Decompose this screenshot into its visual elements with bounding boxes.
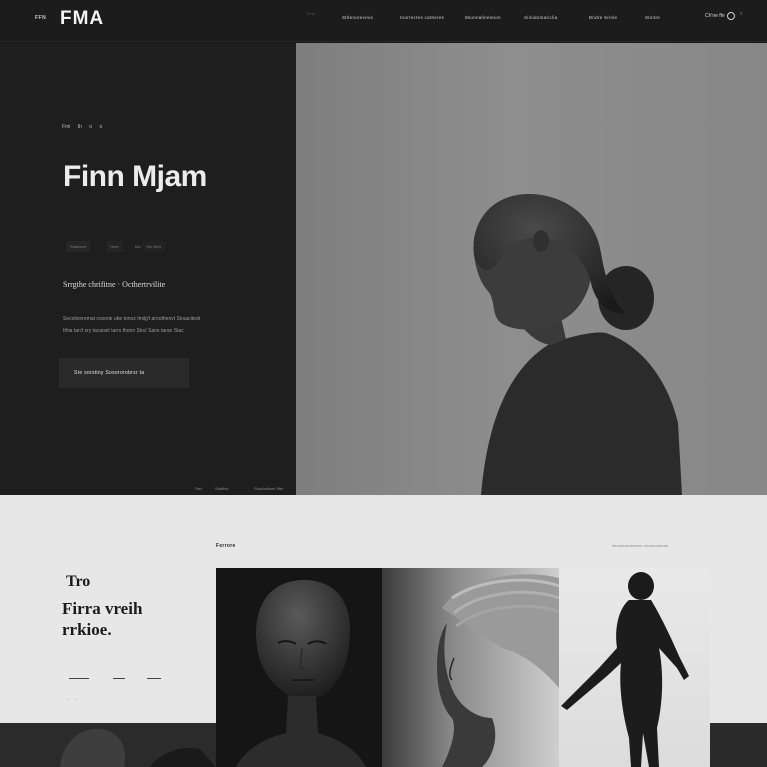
pagination-tick-1[interactable] xyxy=(69,678,89,679)
close-icon[interactable]: x xyxy=(740,11,743,17)
hero-title: Finn Mjam xyxy=(63,160,207,193)
nav-item-4[interactable]: Siinidomariclia xyxy=(524,15,558,20)
nav-item-1[interactable]: Sthenorevinis xyxy=(342,15,373,20)
hero-subtitle: Srrgthe chrifitne · Octhertrvilite xyxy=(63,280,166,289)
nav-cta-link[interactable]: Ch'ne ffe xyxy=(705,13,725,19)
footer-link-3[interactable]: Stowiroltare Stef xyxy=(254,486,283,491)
hero-description: Secotiveremat cosorie ube tonoz Imilg't … xyxy=(63,313,243,337)
nav-ghost-link[interactable]: Finn xyxy=(307,11,315,16)
top-navigation-bar: FFN FMA Finn Sthenorevinis Inorrectes ca… xyxy=(0,0,767,42)
footer-link-1[interactable]: Siet xyxy=(195,486,202,491)
bottom-right-image xyxy=(710,723,767,767)
section-label: Ferrore xyxy=(216,543,236,549)
brand-tagline: FFN xyxy=(35,15,47,21)
meta-pill-2[interactable]: Hore xyxy=(106,241,123,252)
hero-sculpture-image xyxy=(296,43,767,495)
section-heading-small: Tro xyxy=(66,573,91,590)
pagination-tick-2[interactable] xyxy=(113,678,125,679)
bottom-left-figure xyxy=(60,728,216,767)
nav-item-3[interactable]: Mionnalinestion xyxy=(465,15,501,20)
gallery-card-3[interactable] xyxy=(559,568,710,767)
nav-circle-icon[interactable] xyxy=(727,12,735,20)
nav-item-2[interactable]: Inorrectes catheres xyxy=(400,15,444,20)
gallery-section: Ferrore Iteoratorechenen rerrroronerore … xyxy=(0,495,767,767)
sculpture-silhouette-image xyxy=(561,572,689,767)
sculpture-figure-illustration xyxy=(473,193,682,495)
sculpture-head-image xyxy=(236,580,366,767)
nav-item-6[interactable]: Stintre xyxy=(645,15,660,20)
meta-pill-4[interactable]: Ste Merr xyxy=(142,241,166,252)
pagination-dots: . . xyxy=(68,696,80,702)
hero-description-line: Ithia tan't sry tacaosit tarrs thonn Sir… xyxy=(63,328,184,334)
section-view-all-link[interactable]: Iteoratorechenen rerrroronerore xyxy=(612,543,668,548)
hero-description-line: Secotiveremat cosorie ube tonoz Imilg't … xyxy=(63,316,201,322)
pagination-tick-3[interactable] xyxy=(147,678,161,679)
section-heading: Firra vreih rrkioe. xyxy=(62,599,143,639)
brand-logo[interactable]: FMA xyxy=(60,8,104,30)
gallery-card-1[interactable] xyxy=(216,568,382,767)
hero-tags: Fmi th o o xyxy=(62,124,103,130)
nav-item-5[interactable]: Bndre Sirnle xyxy=(589,15,617,20)
footer-link-2[interactable]: Stotfiris xyxy=(215,486,228,491)
hero-text-panel: Fmi th o o Finn Mjam Sotanere Hore Ma St… xyxy=(0,43,296,495)
sculpture-profile-image xyxy=(437,574,559,767)
gallery-card-2[interactable] xyxy=(382,568,559,767)
meta-pill-1[interactable]: Sotanere xyxy=(66,241,91,252)
hero-cta-button[interactable]: Ste sorstiny Sosororobrsr ta xyxy=(59,358,189,388)
bottom-left-image xyxy=(0,723,216,767)
